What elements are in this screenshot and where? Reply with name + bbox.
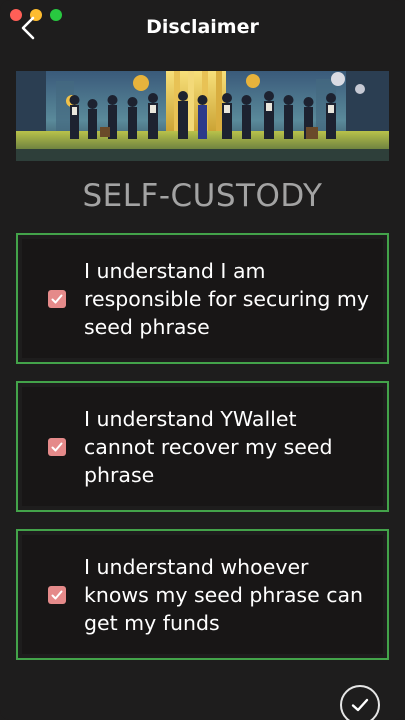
disclaimer-checkbox-row-1[interactable]: I understand I am responsible for securi… — [22, 239, 383, 358]
confirm-button[interactable] — [340, 685, 380, 720]
banner-illustration — [16, 71, 389, 161]
disclaimer-checkbox-row-3[interactable]: I understand whoever knows my seed phras… — [22, 535, 383, 654]
disclaimer-checkbox-row-2[interactable]: I understand YWallet cannot recover my s… — [22, 387, 383, 506]
disclaimer-card-1: I understand I am responsible for securi… — [16, 233, 389, 364]
disclaimer-label: I understand I am responsible for securi… — [84, 258, 370, 339]
disclaimer-card-2: I understand YWallet cannot recover my s… — [16, 381, 389, 512]
page-title: Disclaimer — [146, 16, 259, 38]
app-window: Disclaimer SELF-CUSTODY I understand I a… — [0, 0, 405, 720]
checkmark-icon — [351, 698, 369, 712]
disclaimer-label: I understand whoever knows my seed phras… — [84, 554, 364, 635]
checkbox-checked-icon[interactable] — [48, 585, 66, 604]
checkbox-checked-icon[interactable] — [48, 437, 66, 456]
section-heading: SELF-CUSTODY — [82, 178, 323, 214]
checkbox-checked-icon[interactable] — [48, 289, 66, 308]
disclaimer-card-3: I understand whoever knows my seed phras… — [16, 529, 389, 660]
disclaimer-label: I understand YWallet cannot recover my s… — [84, 406, 333, 487]
